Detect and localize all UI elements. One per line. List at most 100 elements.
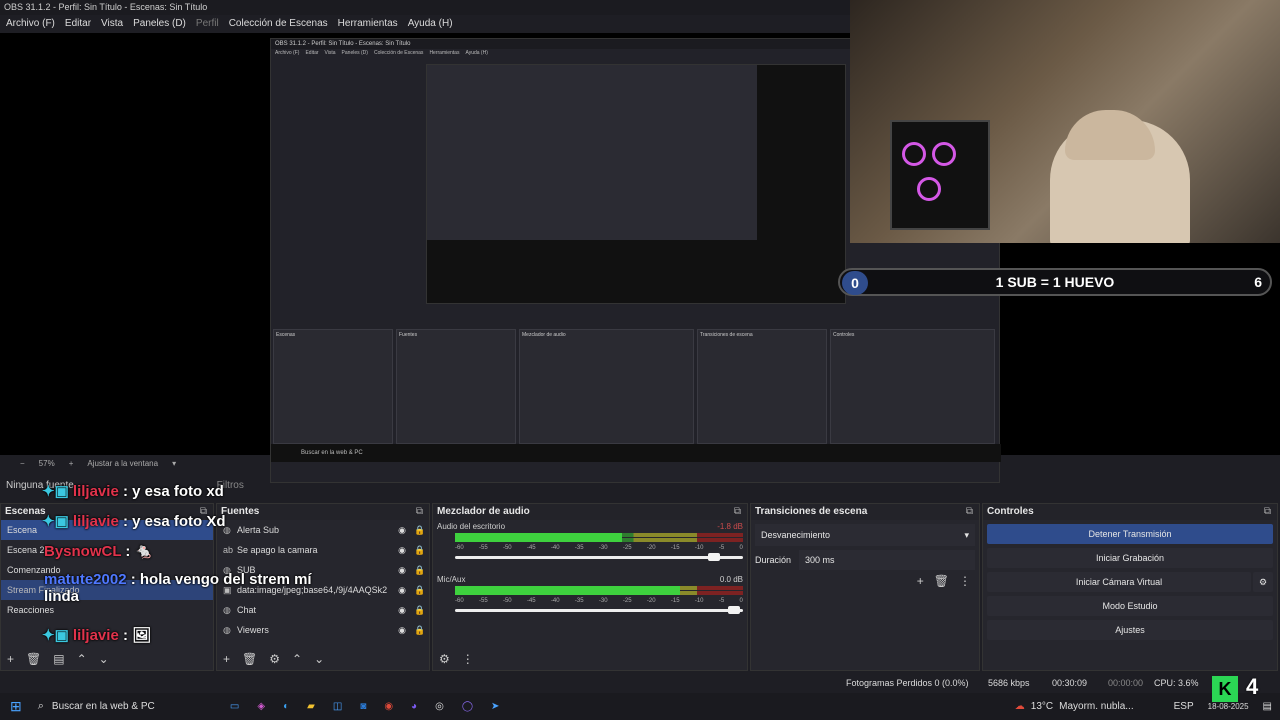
channel-db: 0.0 dB: [719, 575, 743, 584]
studio-mode-button[interactable]: Modo Estudio: [987, 596, 1273, 616]
add-icon[interactable]: +: [7, 648, 14, 670]
bitrate: 5686 kbps: [988, 678, 1030, 688]
lock-icon[interactable]: 🔒: [411, 565, 429, 576]
nested-sources-dock: Fuentes: [396, 329, 516, 444]
eye-icon[interactable]: ◉: [393, 605, 411, 616]
advanced-audio-icon[interactable]: ⚙: [439, 648, 450, 670]
zoom-fit-dropdown[interactable]: Ajustar a la ventana: [87, 455, 158, 473]
browser-icon: ◍: [223, 604, 231, 615]
outlook-icon[interactable]: ◙: [360, 701, 366, 712]
volume-slider[interactable]: [455, 551, 743, 563]
meter-level: [455, 586, 680, 595]
duration-input[interactable]: 300 ms: [799, 550, 975, 570]
nested-preview-recursive: [426, 64, 846, 304]
volume-knob[interactable]: [728, 606, 741, 614]
source-item[interactable]: ab Se apago la camara ◉ 🔒: [217, 540, 429, 560]
notifications-icon[interactable]: ▤: [1263, 701, 1272, 712]
menu-vista[interactable]: Vista: [101, 15, 123, 33]
volume-slider[interactable]: [455, 604, 743, 616]
chrome-icon[interactable]: ◉: [384, 701, 393, 712]
chat-message: ✦▣ liljavie : y esa foto xd: [42, 483, 224, 500]
eye-icon[interactable]: ◉: [393, 585, 411, 596]
lock-icon[interactable]: 🔒: [411, 605, 429, 616]
text-icon: ab: [223, 545, 234, 555]
start-virtual-cam-button[interactable]: Iniciar Cámara Virtual: [987, 572, 1251, 592]
taskbar-search[interactable]: Buscar en la web & PC: [52, 701, 172, 712]
chat-message: matute2002 : hola vengo del strem mí lin…: [44, 571, 312, 605]
nested-docks: Escenas Fuentes Mezclador de audio Trans…: [271, 329, 1001, 444]
store-icon[interactable]: ◫: [333, 701, 342, 712]
settings-button[interactable]: Ajustes: [987, 620, 1273, 640]
lock-icon[interactable]: 🔒: [411, 625, 429, 636]
volume-knob[interactable]: [708, 553, 721, 561]
menu-editar[interactable]: Editar: [65, 15, 91, 33]
gear-icon[interactable]: ⚙: [269, 648, 280, 670]
undock-icon[interactable]: ⧉: [416, 504, 423, 520]
trash-icon[interactable]: 🗑: [242, 648, 257, 670]
undock-icon[interactable]: ⧉: [734, 504, 741, 520]
menu-paneles[interactable]: Paneles (D): [133, 15, 186, 33]
more-options-icon[interactable]: ⋮: [959, 574, 971, 588]
volume-meter: [455, 584, 743, 598]
gear-icon[interactable]: ⚙: [1253, 572, 1273, 592]
lock-icon[interactable]: 🔒: [411, 585, 429, 596]
source-item[interactable]: ◍ Alerta Sub ◉ 🔒: [217, 520, 429, 540]
task-view-icon[interactable]: ▭: [230, 701, 239, 712]
folder-icon[interactable]: ▰: [307, 701, 315, 712]
undock-icon[interactable]: ⧉: [966, 504, 973, 520]
chevron-down-icon[interactable]: ▾: [172, 455, 176, 473]
source-item[interactable]: ◍ Viewers ◉ 🔒: [217, 620, 429, 640]
steam-icon[interactable]: ➤: [491, 701, 499, 712]
lock-icon[interactable]: 🔒: [411, 525, 429, 536]
search-icon[interactable]: ⌕: [38, 700, 44, 713]
stop-stream-button[interactable]: Detener Transmisión: [987, 524, 1273, 544]
zoom-out-icon[interactable]: −: [20, 455, 25, 473]
windows-start-icon[interactable]: ⊞: [10, 698, 22, 715]
move-up-icon[interactable]: ⌃: [292, 648, 302, 670]
add-icon[interactable]: +: [917, 574, 924, 588]
lock-icon[interactable]: 🔒: [411, 545, 429, 556]
trash-icon[interactable]: 🗑: [26, 648, 41, 670]
channel-db: -1.8 dB: [717, 522, 743, 531]
menu-coleccion[interactable]: Colección de Escenas: [229, 15, 328, 33]
menu-herramientas[interactable]: Herramientas: [338, 15, 398, 33]
nested-mixer-dock: Mezclador de audio: [519, 329, 694, 444]
zoom-value: 57%: [38, 459, 55, 468]
kick-logo: K: [1212, 676, 1238, 702]
transition-select[interactable]: Desvanecimiento ▾: [755, 524, 975, 546]
trash-icon[interactable]: 🗑: [934, 574, 949, 588]
undock-icon[interactable]: ⧉: [1264, 504, 1271, 520]
start-recording-button[interactable]: Iniciar Grabación: [987, 548, 1273, 568]
eye-icon[interactable]: ◉: [393, 625, 411, 636]
sub-goal-bar: 1 SUB = 1 HUEVO 0 6: [838, 268, 1272, 296]
volume-meter: [455, 531, 743, 545]
browser-icon: ◍: [223, 624, 231, 635]
copilot-icon[interactable]: ◈: [257, 701, 265, 712]
language[interactable]: ESP: [1174, 701, 1194, 712]
dropped-frames: Fotogramas Perdidos 0 (0.0%): [846, 678, 969, 688]
edge-icon[interactable]: ◐: [283, 701, 289, 712]
channel-name: Audio del escritorio: [437, 522, 506, 531]
eye-icon[interactable]: ◉: [393, 545, 411, 556]
controls-title: Controles: [987, 506, 1034, 517]
filter-icon[interactable]: ▤: [53, 648, 64, 670]
nested-controls-dock: Controles: [830, 329, 995, 444]
badge-icon: ✦▣: [42, 483, 69, 500]
menu-ayuda[interactable]: Ayuda (H): [408, 15, 453, 33]
sub-goal-text: 1 SUB = 1 HUEVO: [995, 274, 1115, 290]
menu-perfil[interactable]: Perfil: [196, 15, 219, 33]
move-down-icon[interactable]: ⌄: [314, 648, 324, 670]
mixer-channel-desktop: Audio del escritorio -1.8 dB -60 -55 -50 -45…: [433, 520, 747, 565]
discord-icon[interactable]: ◕: [411, 701, 417, 712]
move-up-icon[interactable]: ⌃: [77, 648, 87, 670]
move-down-icon[interactable]: ⌄: [99, 648, 109, 670]
menu-archivo[interactable]: Archivo (F): [6, 15, 55, 33]
transitions-title: Transiciones de escena: [755, 506, 868, 517]
eye-icon[interactable]: ◉: [393, 565, 411, 576]
eye-icon[interactable]: ◉: [393, 525, 411, 536]
add-icon[interactable]: +: [223, 648, 230, 670]
zoom-in-icon[interactable]: +: [69, 455, 74, 473]
app-icon[interactable]: ◯: [462, 701, 473, 712]
obs-icon[interactable]: ◎: [435, 701, 444, 712]
more-options-icon[interactable]: ⋮: [462, 648, 474, 670]
